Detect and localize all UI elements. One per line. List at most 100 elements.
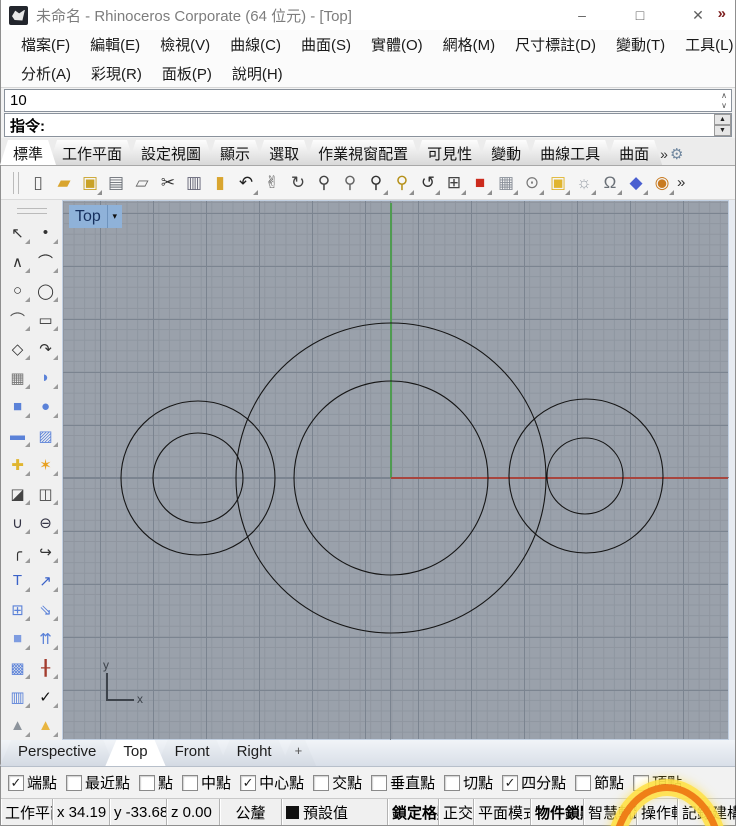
scale-icon[interactable]: ↗ [32,566,60,595]
toolbar-tab[interactable]: 變動 [478,140,534,165]
status-cell[interactable]: 物件鎖點 [531,799,584,825]
select-arrow-icon[interactable]: ↖ [4,218,32,247]
split-icon[interactable]: ◫ [32,479,60,508]
checkbox[interactable]: ✓ [502,774,519,791]
named-views-car-icon[interactable]: ■ [467,170,493,196]
circle-curve[interactable] [546,437,624,515]
check-icon[interactable]: ✓ [32,682,60,711]
command-spinner[interactable]: ▲ ▼ [714,114,731,136]
arc-icon[interactable]: ⌒ [4,305,32,334]
viewport-title[interactable]: Top [69,208,107,226]
circle-curve[interactable] [152,432,244,524]
toolbar-tab[interactable]: 選取 [256,140,312,165]
control-point-curve-icon[interactable]: ⌒ [32,247,60,276]
checkbox[interactable]: ✓ [575,774,592,791]
polyline-icon[interactable]: ∧ [4,247,32,276]
osnap-toggle[interactable]: ✓ 節點 [575,772,624,793]
status-cell[interactable]: 公釐 [220,799,282,825]
gear-icon[interactable]: ⚙ [670,145,683,163]
circle-center-icon[interactable]: ⊙ [519,170,545,196]
lock-icon[interactable]: Ω [597,170,623,196]
four-viewports-icon[interactable]: ⊞ [441,170,467,196]
mesh-icon[interactable]: ▨ [32,421,60,450]
conic-curve-icon[interactable]: ↷ [32,334,60,363]
status-cell[interactable]: 正交 [439,799,474,825]
viewport-title-dropdown[interactable]: Top ▾ [69,205,122,228]
menu-item[interactable]: 變動(T) [606,34,675,55]
ellipse-icon[interactable]: ◯ [32,276,60,305]
toolbar-overflow-icon[interactable]: » [677,174,685,191]
checkbox[interactable]: ✓ [240,774,257,791]
osnap-toggle[interactable]: ✓ 最近點 [66,772,130,793]
viewport-tab[interactable]: Perspective [0,740,114,766]
menu-item[interactable]: 編輯(E) [80,34,150,55]
lightbulb-icon[interactable]: ☼ [571,170,597,196]
osnap-toggle[interactable]: ✓ 交點 [313,772,362,793]
text-icon[interactable]: T [4,566,32,595]
patch-surface-icon[interactable]: ◗ [32,363,60,392]
menu-item[interactable]: 工具(L) [675,34,736,55]
osnap-toggle[interactable]: ✓ 頂點 [633,772,682,793]
status-cell[interactable]: x 34.19 [53,799,110,825]
status-cell[interactable]: y -33.68 [110,799,167,825]
viewport-tab[interactable]: Right [219,740,290,766]
surface-from-points-icon[interactable]: ▦ [4,363,32,392]
menu-item[interactable]: 實體(O) [361,34,433,55]
copy-icon[interactable]: ▥ [181,170,207,196]
spinner-down-icon[interactable]: ▼ [714,125,731,136]
status-cell[interactable]: 操作軸 [637,799,678,825]
osnap-toggle[interactable]: ✓ 中心點 [240,772,304,793]
menu-item[interactable]: 說明(H) [222,63,293,84]
toolbar-tab[interactable]: 作業視窗配置 [305,140,421,165]
zoom-selected-icon[interactable]: ⚲ [389,170,415,196]
menu-item[interactable]: 網格(M) [433,34,506,55]
osnap-toggle[interactable]: ✓ 端點 [8,772,57,793]
extend-curve-icon[interactable]: ↪ [32,537,60,566]
chevron-down-icon[interactable]: ▾ [106,205,122,228]
zoom-extents-icon[interactable]: ⚲ [363,170,389,196]
boolean-puzzle-icon[interactable]: ✚ [4,450,32,479]
select-objects-icon[interactable]: ▣ [545,170,571,196]
menu-item[interactable]: 面板(P) [152,63,222,84]
zoom-dynamic-icon[interactable]: ⚲ [311,170,337,196]
checkbox[interactable]: ✓ [444,774,461,791]
checkbox[interactable]: ✓ [182,774,199,791]
undo-view-change-icon[interactable]: ↺ [415,170,441,196]
status-cell[interactable]: z 0.00 [167,799,220,825]
toolbar-tab[interactable]: 可見性 [414,140,485,165]
add-viewport-tab-button[interactable]: + [281,740,317,766]
circle-curve[interactable] [120,400,276,556]
toolbar-tab[interactable]: 曲線工具 [527,140,613,165]
cut-icon[interactable]: ✂ [155,170,181,196]
print-icon[interactable]: ▤ [103,170,129,196]
cylinder-icon[interactable]: ▬ [4,421,32,450]
cplane-icon[interactable]: ▦ [493,170,519,196]
menu-item[interactable]: 尺寸標註(D) [505,34,606,55]
checkbox[interactable]: ✓ [633,774,650,791]
top-viewport[interactable]: Top ▾ y x [62,200,730,741]
layers-icon[interactable]: ▥ [4,682,32,711]
toolbar-tab[interactable]: 曲面 [606,140,662,165]
checkbox[interactable]: ✓ [371,774,388,791]
pan-icon[interactable]: ✌ [259,170,285,196]
command-prompt-input[interactable]: 指令: ▲ ▼ [4,113,732,137]
zoom-window-icon[interactable]: ⚲ [337,170,363,196]
save-icon[interactable]: ▣ [77,170,103,196]
undo-icon[interactable]: ↶ [233,170,259,196]
maximize-button[interactable]: □ [611,1,669,29]
osnap-toggle[interactable]: ✓ 點 [139,772,173,793]
osnap-overflow-icon[interactable]: » [718,5,726,22]
fillet-curve-icon[interactable]: ╭ [4,537,32,566]
lamp-icon[interactable]: ▲ [32,711,60,740]
status-cell[interactable]: 鎖定格點 [388,799,439,825]
menu-item[interactable]: 曲面(S) [291,34,361,55]
toolbar-tab[interactable]: 顯示 [207,140,263,165]
box-icon[interactable]: ■ [4,392,32,421]
status-cell[interactable]: 平面模式 [474,799,531,825]
osnap-toggle[interactable]: ✓ 垂直點 [371,772,435,793]
extrude-icon[interactable]: ⇈ [32,624,60,653]
boolean-union-icon[interactable]: ∪ [4,508,32,537]
circle-icon[interactable]: ○ [4,276,32,305]
minimize-button[interactable]: – [553,1,611,29]
array-icon[interactable]: ▩ [4,653,32,682]
